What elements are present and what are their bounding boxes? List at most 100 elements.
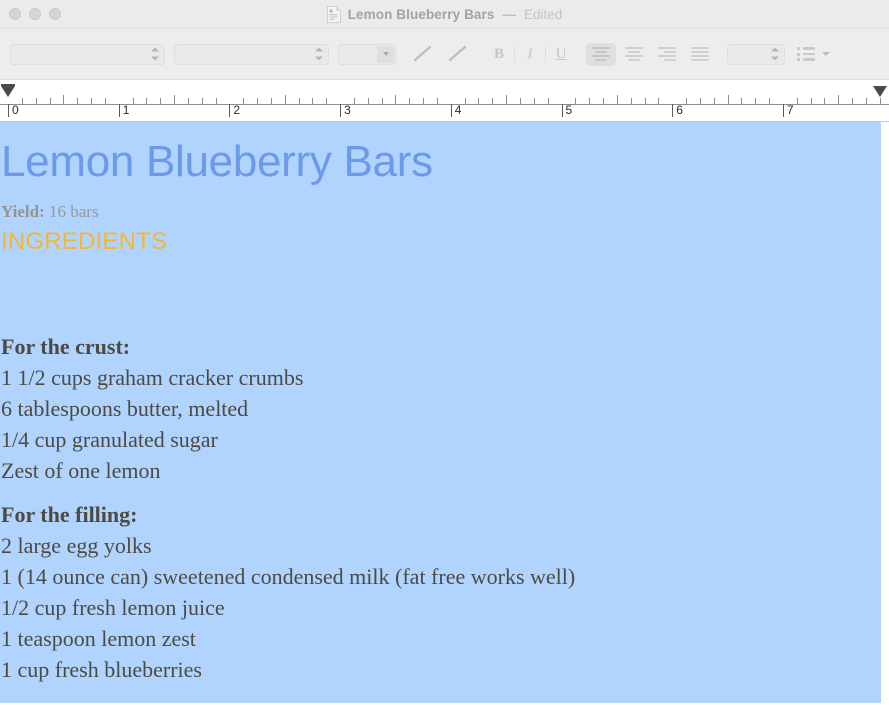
- ruler-tick-minor: [77, 98, 79, 104]
- ruler-tick-minor: [395, 95, 397, 104]
- ruler-tick-minor: [353, 98, 355, 104]
- ruler-tick-minor: [381, 98, 383, 104]
- ruler-tick-minor: [423, 98, 425, 104]
- ruler-label: 7: [786, 103, 794, 117]
- document-scroll-area[interactable]: Lemon Blueberry Bars Yield: 16 bars INGR…: [0, 122, 889, 703]
- title-separator: —: [502, 6, 517, 22]
- ruler-tick-minor: [506, 95, 508, 104]
- window-title: Lemon Blueberry Bars: [347, 6, 495, 22]
- ingredient-line: 1 (14 ounce can) sweetened condensed mil…: [1, 564, 576, 590]
- textedit-window: Lemon Blueberry Bars — Edited B I U 0 1 …: [0, 0, 889, 705]
- minimize-button[interactable]: [29, 8, 41, 20]
- ruler-tick-minor: [769, 98, 771, 104]
- title-bar-center: Lemon Blueberry Bars — Edited: [0, 0, 889, 28]
- stepper-icon[interactable]: [770, 47, 779, 61]
- align-justify-button[interactable]: [685, 43, 715, 66]
- traffic-light-group: [9, 0, 61, 28]
- ruler-label: 4: [454, 103, 462, 117]
- align-right-button[interactable]: [652, 43, 682, 66]
- align-center-button[interactable]: [619, 43, 649, 66]
- pen-icon: [448, 45, 466, 62]
- ruler-tick-minor: [658, 98, 660, 104]
- ruler-tick-minor: [160, 98, 162, 104]
- ruler-tick-minor: [436, 98, 438, 104]
- ruler-tick-minor: [741, 98, 743, 104]
- ruler-label: 6: [676, 103, 683, 117]
- align-left-button[interactable]: [586, 42, 616, 66]
- close-button[interactable]: [9, 8, 21, 20]
- ruler-tick-minor: [644, 98, 646, 104]
- ruler-label: 5: [565, 103, 573, 117]
- bulleted-list-icon: [797, 47, 816, 61]
- ruler[interactable]: 0 1 2 3 4 5 6 7: [0, 80, 889, 122]
- format-toolbar: B I U: [0, 29, 889, 80]
- ruler-tick-minor: [284, 95, 286, 104]
- ruler-tick-minor: [257, 98, 259, 104]
- ruler-tick-minor: [865, 98, 867, 104]
- title-bar: Lemon Blueberry Bars — Edited: [0, 0, 889, 29]
- ruler-tick-minor: [713, 98, 715, 104]
- font-style-combobox[interactable]: [174, 43, 329, 65]
- alignment-button-group: [586, 42, 715, 66]
- font-size-popup-button[interactable]: [338, 43, 396, 65]
- italic-button[interactable]: I: [517, 42, 543, 66]
- ingredient-line: 2 large egg yolks: [1, 533, 152, 559]
- list-style-button[interactable]: [797, 47, 830, 61]
- ruler-tick-major: [118, 104, 120, 117]
- ruler-tick-minor: [146, 98, 148, 104]
- right-indent-marker[interactable]: [873, 86, 887, 97]
- document-content[interactable]: Lemon Blueberry Bars Yield: 16 bars INGR…: [0, 122, 889, 685]
- ruler-tick-minor: [547, 98, 549, 104]
- ruler-tick-minor: [616, 95, 618, 104]
- ingredient-line: 1 teaspoon lemon zest: [1, 626, 196, 652]
- yield-line: Yield: 16 bars: [1, 184, 881, 222]
- ruler-tick-minor: [367, 98, 369, 104]
- zoom-button[interactable]: [49, 8, 61, 20]
- ingredient-line: 1 1/2 cups graham cracker crumbs: [1, 365, 304, 391]
- ruler-tick-minor: [326, 98, 328, 104]
- ruler-tick-minor: [824, 98, 826, 104]
- ruler-tick-minor: [464, 98, 466, 104]
- ruler-label: 0: [12, 103, 19, 117]
- ruler-tick-major: [561, 104, 563, 117]
- line-spacing-combobox[interactable]: [727, 43, 785, 65]
- ruler-tick-minor: [104, 98, 106, 104]
- ruler-label: 1: [122, 103, 130, 117]
- ruler-tick-minor: [589, 98, 591, 104]
- ruler-tick-minor: [575, 98, 577, 104]
- toolbar-divider: [545, 46, 546, 62]
- font-family-combobox[interactable]: [10, 43, 165, 65]
- ruler-tick-minor: [852, 98, 854, 104]
- first-line-indent-marker[interactable]: [1, 86, 15, 97]
- filling-heading: For the filling:: [1, 502, 138, 528]
- ingredient-line: 6 tablespoons butter, melted: [1, 396, 249, 422]
- stepper-icon[interactable]: [314, 47, 323, 61]
- document-page[interactable]: Lemon Blueberry Bars Yield: 16 bars INGR…: [0, 122, 889, 703]
- ruler-tick-minor: [796, 98, 798, 104]
- ingredient-line: Zest of one lemon: [1, 458, 161, 484]
- ruler-tick-major: [229, 104, 231, 117]
- ruler-tick-minor: [727, 95, 729, 104]
- chevron-down-icon[interactable]: [377, 45, 394, 63]
- chevron-down-icon[interactable]: [822, 52, 830, 56]
- pen-icon: [413, 45, 431, 62]
- ruler-tick-minor: [603, 98, 604, 104]
- ruler-track: [0, 104, 889, 105]
- stepper-icon[interactable]: [150, 47, 159, 61]
- text-color-button[interactable]: [406, 42, 439, 66]
- ruler-tick-minor: [132, 98, 134, 104]
- ruler-label: 3: [344, 103, 351, 117]
- ruler-tick-minor: [298, 98, 300, 104]
- yield-value: 16 bars: [49, 202, 99, 221]
- highlight-color-button[interactable]: [441, 42, 474, 66]
- ruler-tick-minor: [21, 98, 23, 104]
- crust-item-list: 1 1/2 cups graham cracker crumbs 6 tables…: [1, 362, 881, 486]
- bold-button[interactable]: B: [486, 42, 512, 66]
- ruler-tick-minor: [215, 98, 217, 104]
- underline-button[interactable]: U: [548, 42, 574, 66]
- ingredients-heading: INGREDIENTS: [1, 227, 168, 255]
- ruler-tick-minor: [755, 98, 757, 104]
- ingredient-line: 1 cup fresh blueberries: [1, 657, 202, 683]
